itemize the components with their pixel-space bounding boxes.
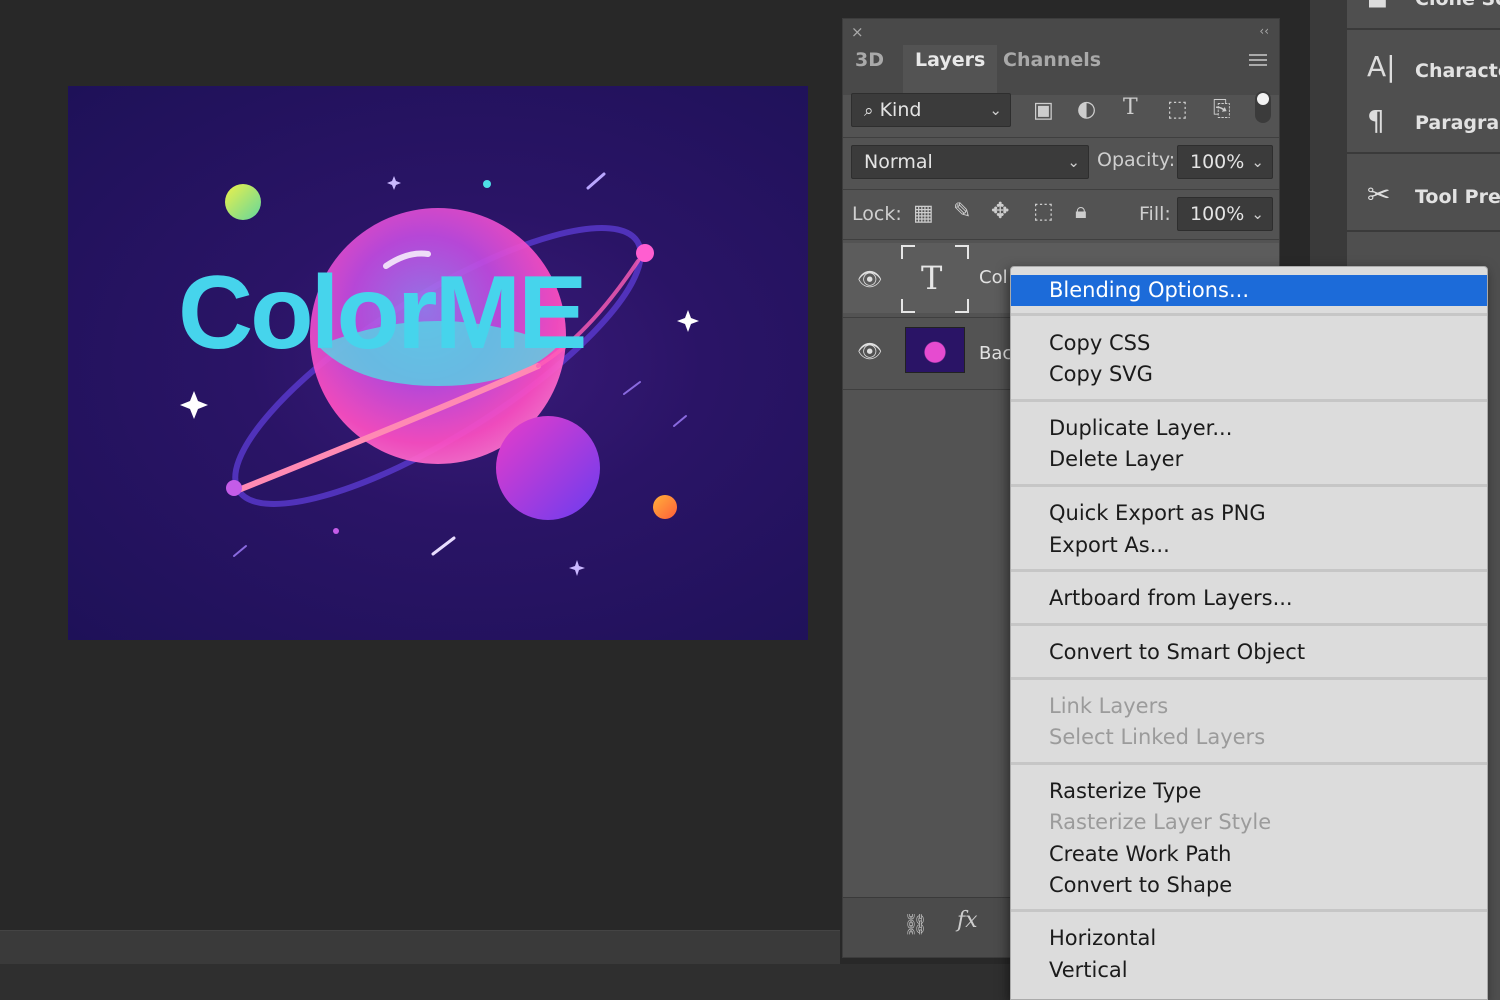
dock-label: Paragrap [1415, 112, 1500, 134]
visibility-eye-icon[interactable]: 👁︎ [857, 267, 882, 291]
dock-item-tool-presets[interactable]: ✂ Tool Pres [1347, 176, 1500, 220]
lock-all-icon[interactable]: 🔒︎ [1075, 201, 1087, 223]
close-icon[interactable]: × [851, 23, 864, 41]
tab-channels[interactable]: Channels [991, 45, 1113, 95]
fill-field[interactable]: 100% ⌄ [1177, 197, 1273, 231]
artwork-title-text: ColorME [178, 255, 588, 371]
menu-item-copy-css[interactable]: Copy CSS [1011, 328, 1487, 359]
menu-item-convert-smart-object[interactable]: Convert to Smart Object [1011, 637, 1487, 668]
smart-object-filter-icon[interactable]: ⎘ [1213, 99, 1231, 121]
chevron-down-icon: ⌄ [989, 101, 1002, 119]
lock-label: Lock: [852, 203, 902, 225]
dock-label: Tool Pres [1415, 186, 1500, 208]
tool-presets-icon: ✂ [1367, 178, 1391, 211]
document-canvas[interactable]: ColorME [68, 86, 808, 640]
blend-mode-value: Normal [864, 151, 933, 173]
blend-mode-select[interactable]: Normal ⌄ [851, 145, 1089, 179]
chevron-down-icon: ⌄ [1067, 153, 1080, 171]
menu-item-convert-to-shape[interactable]: Convert to Shape [1011, 870, 1487, 901]
visibility-eye-icon[interactable]: 👁︎ [857, 339, 882, 363]
menu-item-link-layers: Link Layers [1049, 694, 1169, 718]
dock-item-clone-source[interactable]: ▬ Clone So [1347, 0, 1500, 28]
fill-value: 100% [1190, 203, 1245, 225]
character-icon: A| [1367, 50, 1396, 83]
menu-item-vertical[interactable]: Vertical [1011, 955, 1487, 986]
menu-item-rasterize-layer-style: Rasterize Layer Style [1049, 810, 1272, 834]
dock-label: Clone So [1415, 0, 1500, 10]
lock-image-pixels-icon[interactable]: ✎ [953, 201, 971, 223]
menu-item-rasterize-type[interactable]: Rasterize Type [1011, 776, 1487, 807]
panel-title-bar: × ‹‹ [843, 19, 1279, 45]
pixel-layer-filter-icon[interactable]: ▣ [1033, 100, 1054, 122]
lock-transparency-icon[interactable]: ▦ [913, 203, 934, 225]
menu-item-blending-options[interactable]: Blending Options... [1011, 275, 1487, 306]
opacity-field[interactable]: 100% ⌄ [1177, 145, 1273, 179]
text-layer-thumbnail: T [901, 245, 969, 313]
shape-layer-filter-icon[interactable]: ⬚ [1167, 99, 1188, 121]
menu-item-horizontal[interactable]: Horizontal [1011, 923, 1487, 954]
link-icon[interactable]: ⛓︎ [903, 914, 928, 934]
dock-label: Characte [1415, 60, 1500, 82]
filter-kind-label: Kind [879, 99, 922, 121]
menu-item-duplicate-layer[interactable]: Duplicate Layer... [1011, 413, 1487, 444]
menu-item-artboard-from-layers[interactable]: Artboard from Layers... [1011, 583, 1487, 614]
menu-item-copy-svg[interactable]: Copy SVG [1011, 359, 1487, 390]
opacity-label: Opacity: [1097, 149, 1176, 171]
chevron-down-icon[interactable]: ⌄ [1251, 146, 1264, 178]
menu-item-delete-layer[interactable]: Delete Layer [1011, 444, 1487, 475]
opacity-value: 100% [1190, 151, 1245, 173]
menu-item-select-linked-layers: Select Linked Layers [1049, 725, 1266, 749]
adjustment-layer-filter-icon[interactable]: ◐ [1077, 99, 1096, 121]
layer-filter-select[interactable]: ⌕ Kind ⌄ [851, 93, 1011, 127]
document-status-bar [0, 930, 840, 964]
fill-label: Fill: [1139, 203, 1171, 225]
dock-item-paragraph[interactable]: ¶ Paragrap [1347, 104, 1500, 144]
filter-toggle[interactable] [1255, 91, 1271, 123]
collapse-panel-icon[interactable]: ‹‹ [1259, 24, 1269, 38]
layer-name[interactable]: Col [979, 267, 1008, 288]
menu-item-export-as[interactable]: Export As... [1011, 530, 1487, 561]
tab-3d[interactable]: 3D [843, 45, 896, 95]
layer-context-menu: Blending Options... Copy CSS Copy SVG Du… [1010, 266, 1488, 1000]
tab-layers[interactable]: Layers [903, 45, 998, 95]
dock-item-character[interactable]: A| Characte [1347, 50, 1500, 90]
background-layer-thumbnail [905, 327, 965, 373]
clone-source-icon: ▬ [1367, 0, 1388, 15]
document-scroll-area [0, 964, 1010, 1000]
panel-menu-icon[interactable] [1249, 51, 1267, 69]
type-t-icon: T [921, 259, 943, 297]
chevron-down-icon[interactable]: ⌄ [1251, 198, 1264, 230]
type-layer-filter-icon[interactable]: T [1123, 97, 1138, 119]
lock-position-icon[interactable]: ✥ [991, 201, 1009, 223]
search-icon: ⌕ [864, 101, 874, 121]
layer-name[interactable]: Bac [979, 343, 1012, 364]
panel-tabs: 3D Layers Channels [843, 45, 1279, 95]
menu-item-quick-export-png[interactable]: Quick Export as PNG [1011, 498, 1487, 529]
lock-artboard-icon[interactable]: ⬚ [1033, 201, 1054, 223]
fx-icon[interactable]: fx [957, 910, 978, 932]
menu-item-create-work-path[interactable]: Create Work Path [1011, 839, 1487, 870]
paragraph-icon: ¶ [1367, 104, 1385, 137]
